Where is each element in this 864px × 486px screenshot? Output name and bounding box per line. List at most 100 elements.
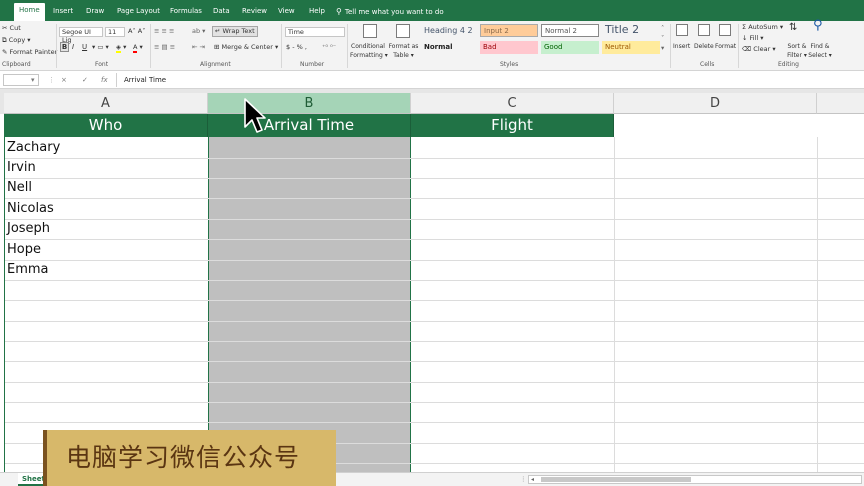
- horizontal-scrollbar[interactable]: ◂: [528, 475, 862, 484]
- style-normal2[interactable]: Normal 2: [541, 24, 599, 37]
- tab-formulas[interactable]: Formulas: [165, 4, 207, 21]
- sigma-icon: Σ: [742, 23, 747, 31]
- conditional-formatting-button[interactable]: Conditional Formatting ▾: [350, 42, 388, 60]
- header-cell-flight[interactable]: Flight: [411, 114, 614, 137]
- format-button[interactable]: Format: [715, 42, 736, 51]
- sort-label-1: Sort &: [787, 43, 807, 50]
- clear-label: Clear: [753, 45, 771, 53]
- italic-button[interactable]: I: [72, 43, 74, 52]
- tab-help[interactable]: Help: [304, 4, 330, 21]
- scroll-thumb[interactable]: [541, 477, 691, 482]
- font-grow-shrink-icon[interactable]: A˄ A˅: [128, 27, 145, 36]
- format-painter-label: Format Painter: [9, 48, 58, 56]
- tab-data[interactable]: Data: [208, 4, 235, 21]
- column-header-d[interactable]: D: [614, 93, 817, 114]
- name-box-dropdown-icon[interactable]: ▾: [31, 75, 35, 85]
- formula-input[interactable]: Arrival Time: [124, 74, 166, 86]
- sort-filter-button[interactable]: Sort & Filter ▾: [786, 42, 808, 60]
- gridline: [4, 341, 864, 342]
- style-normal[interactable]: Normal: [421, 41, 477, 54]
- underline-button[interactable]: U: [82, 43, 87, 52]
- find-select-button[interactable]: Find & Select ▾: [808, 42, 832, 60]
- border-icon[interactable]: ▾ ▭ ▾: [92, 43, 109, 52]
- decimal-icons[interactable]: ⁺⁰ ⁰⁻: [322, 43, 336, 52]
- scroll-left-icon[interactable]: ◂: [531, 475, 534, 484]
- column-header-c[interactable]: C: [411, 93, 614, 114]
- find-label-2: Select ▾: [808, 52, 832, 59]
- gridline: [614, 137, 615, 472]
- divider: [150, 24, 151, 68]
- cell-who[interactable]: Hope: [7, 240, 41, 260]
- number-format-buttons[interactable]: $ - % ,: [286, 43, 307, 52]
- font-size-combo[interactable]: 11: [105, 27, 125, 37]
- column-header-a[interactable]: A: [4, 93, 208, 114]
- delete-button[interactable]: Delete: [694, 42, 714, 51]
- enter-icon[interactable]: ✓: [82, 75, 88, 85]
- font-name-combo[interactable]: Segoe UI Lig: [59, 27, 103, 44]
- autosum-button[interactable]: Σ AutoSum ▾: [742, 23, 783, 32]
- wrap-text-button[interactable]: ↵ Wrap Text: [212, 26, 258, 37]
- tab-insert[interactable]: Insert: [48, 4, 78, 21]
- cancel-icon[interactable]: ×: [61, 75, 67, 85]
- gridline: [4, 382, 864, 383]
- merge-center-button[interactable]: ⊞ Merge & Center ▾: [214, 43, 278, 52]
- autosum-label: AutoSum: [748, 23, 778, 31]
- insert-button[interactable]: Insert: [673, 42, 690, 51]
- tab-view[interactable]: View: [273, 4, 300, 21]
- number-group-label: Number: [300, 61, 325, 68]
- merge-label: Merge & Center: [221, 43, 273, 51]
- styles-scroll-icon[interactable]: ˄ ˅ ▾: [661, 23, 664, 53]
- fill-button[interactable]: ↓ Fill ▾: [742, 34, 764, 43]
- tab-home[interactable]: Home: [14, 3, 45, 21]
- styles-group-label: Styles: [500, 61, 519, 68]
- format-cells-icon: [719, 24, 731, 36]
- cell-who[interactable]: Nicolas: [7, 199, 54, 219]
- divider: [347, 24, 348, 68]
- divider: [738, 24, 739, 68]
- align-top-icons[interactable]: ≡ ≡ ≡: [154, 27, 174, 36]
- style-title2[interactable]: Title 2: [602, 22, 660, 35]
- cut-button[interactable]: ✂ Cut: [2, 24, 21, 33]
- column-header-e[interactable]: [817, 93, 864, 114]
- cell-who[interactable]: Joseph: [7, 219, 50, 239]
- tab-review[interactable]: Review: [237, 4, 272, 21]
- copy-button[interactable]: ⧉ Copy ▾: [2, 36, 31, 45]
- font-color-icon[interactable]: A ▾: [133, 43, 143, 53]
- ribbon: ✂ Cut ⧉ Copy ▾ ✎ Format Painter Clipboar…: [0, 19, 864, 71]
- cell-who[interactable]: Zachary: [7, 138, 60, 158]
- fill-color-icon[interactable]: ◈ ▾: [116, 43, 126, 53]
- style-heading4[interactable]: Heading 4 2: [421, 24, 477, 37]
- clear-button[interactable]: ⌫ Clear ▾: [742, 45, 776, 54]
- sort-label-2: Filter ▾: [787, 52, 807, 59]
- header-cell-who[interactable]: Who: [4, 114, 208, 137]
- gridline: [4, 239, 864, 240]
- style-bad[interactable]: Bad: [480, 41, 538, 54]
- cond-label-2: Formatting ▾: [350, 52, 388, 59]
- style-good[interactable]: Good: [541, 41, 599, 54]
- gridline: [4, 198, 864, 199]
- tab-draw[interactable]: Draw: [81, 4, 109, 21]
- tell-me-box[interactable]: ⚲ Tell me what you want to do: [336, 5, 444, 19]
- style-input2[interactable]: Input 2: [480, 24, 538, 37]
- format-as-table-button[interactable]: Format as Table ▾: [387, 42, 420, 60]
- fill-label: Fill: [749, 34, 759, 42]
- format-painter-button[interactable]: ✎ Format Painter: [2, 48, 57, 57]
- bold-button[interactable]: B: [60, 42, 69, 52]
- orientation-icon[interactable]: ab ▾: [192, 27, 205, 36]
- eraser-icon: ⌫: [742, 45, 752, 53]
- tab-page-layout[interactable]: Page Layout: [112, 4, 165, 21]
- gridline: [4, 137, 5, 472]
- insert-function-icon[interactable]: fx: [101, 75, 108, 85]
- formula-bar: ▾ ⋮ × ✓ fx Arrival Time: [0, 71, 864, 89]
- cell-who[interactable]: Nell: [7, 178, 32, 198]
- column-header-b[interactable]: B: [208, 93, 411, 114]
- header-cell-arrival-time[interactable]: Arrival Time: [208, 114, 411, 137]
- cell-who[interactable]: Emma: [7, 260, 49, 280]
- align-left-icons[interactable]: ≡ ▤ ≡: [154, 43, 175, 52]
- indent-icons[interactable]: ⇤ ⇥: [192, 43, 205, 52]
- number-format-combo[interactable]: Time: [285, 27, 345, 37]
- more-sheets-icon[interactable]: ⋮: [520, 475, 527, 484]
- cell-who[interactable]: Irvin: [7, 158, 36, 178]
- gridline: [4, 300, 864, 301]
- style-neutral[interactable]: Neutral: [602, 41, 660, 54]
